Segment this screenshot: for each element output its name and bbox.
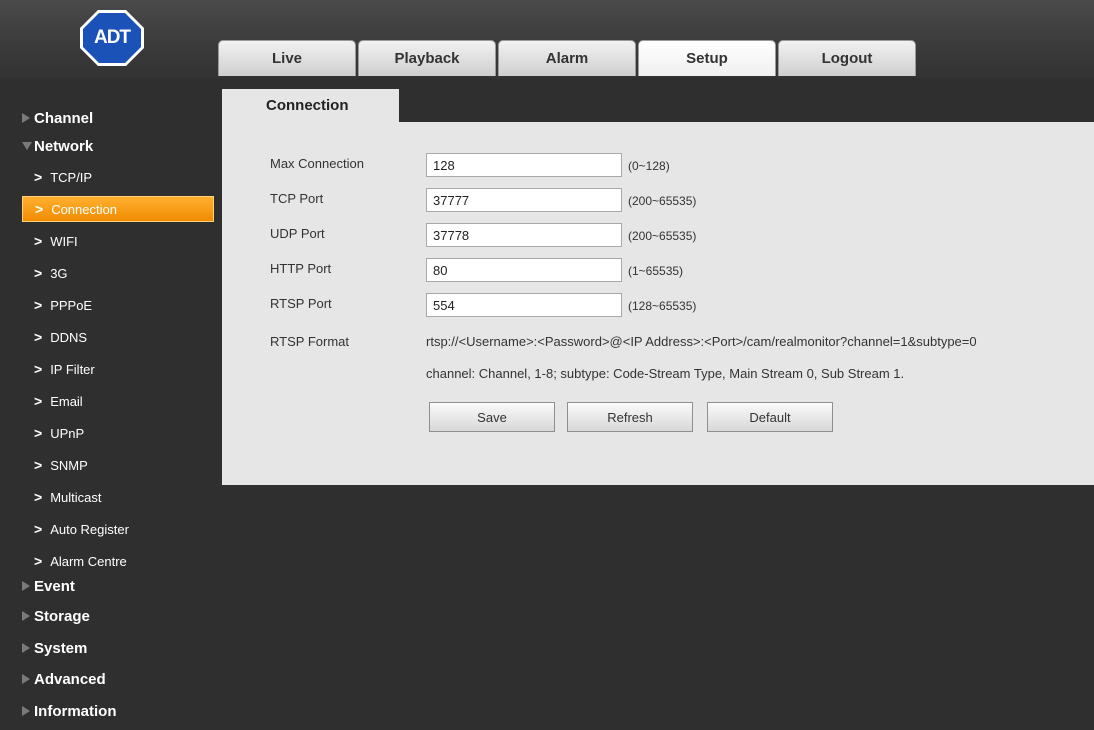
sidebar-item-upnp[interactable]: > UPnP [22,420,214,446]
rtsp-format-value: rtsp://<Username>:<Password>@<IP Address… [426,334,977,349]
http-port-label: HTTP Port [270,261,332,276]
tab-alarm[interactable]: Alarm [498,40,636,76]
sidebar-item-label: Alarm Centre [50,553,127,569]
sidebar-item-label: PPPoE [50,297,93,313]
sidebar-item-auto-register[interactable]: > Auto Register [22,516,214,542]
sidebar-item-pppoe[interactable]: > PPPoE [22,292,214,318]
max-connection-range: (0~128) [628,159,670,173]
udp-port-input[interactable] [426,223,622,247]
tcp-port-input[interactable] [426,188,622,212]
sidebar-category-information[interactable]: Information [22,699,117,723]
udp-port-label: UDP Port [270,226,325,241]
header-bar: ADT Live Playback Alarm Setup Logout [0,0,1094,78]
chevron-right-icon: > [34,489,43,505]
sidebar-item-label: TCP/IP [50,169,93,185]
http-port-range: (1~65535) [628,264,684,278]
sidebar-item-ddns[interactable]: > DDNS [22,324,214,350]
sidebar-item-label: WIFI [50,233,78,249]
default-button[interactable]: Default [707,402,833,432]
chevron-right-icon: > [35,201,44,217]
sidebar-item-label: UPnP [50,425,85,441]
sidebar-item-alarm-centre[interactable]: > Alarm Centre [22,548,214,574]
rtsp-port-label: RTSP Port [270,296,332,311]
rtsp-port-input[interactable] [426,293,622,317]
sidebar-item-label: Auto Register [50,521,129,537]
tcp-port-range: (200~65535) [628,194,697,208]
tab-setup[interactable]: Setup [638,40,776,76]
sidebar-item-label: IP Filter [50,361,95,377]
chevron-right-icon: > [34,425,43,441]
category-label: Channel [34,109,94,127]
category-label: System [34,639,88,657]
chevron-right-icon: > [34,265,43,281]
sidebar-item-label: Multicast [50,489,102,505]
content-tab-connection[interactable]: Connection [222,89,399,122]
tcp-port-label: TCP Port [270,191,324,206]
collapsed-arrow-icon [22,113,30,123]
http-port-input[interactable] [426,258,622,282]
chevron-right-icon: > [34,169,43,185]
sidebar-category-system[interactable]: System [22,636,87,660]
sidebar-category-channel[interactable]: Channel [22,106,93,130]
chevron-right-icon: > [34,297,43,313]
sidebar-item-label: DDNS [50,329,88,345]
max-connection-input[interactable] [426,153,622,177]
sidebar-category-event[interactable]: Event [22,574,75,598]
sidebar-item-connection[interactable]: > Connection [22,196,214,222]
chevron-right-icon: > [34,361,43,377]
chevron-right-icon: > [34,329,43,345]
category-label: Network [34,137,94,155]
tab-playback[interactable]: Playback [358,40,496,76]
category-label: Advanced [34,670,106,688]
sidebar-item-label: Email [50,393,83,409]
sidebar-category-advanced[interactable]: Advanced [22,667,106,691]
collapsed-arrow-icon [22,674,30,684]
chevron-right-icon: > [34,457,43,473]
category-label: Event [34,577,75,595]
category-label: Storage [34,607,90,625]
rtsp-format-label: RTSP Format [270,334,349,349]
tab-live[interactable]: Live [218,40,356,76]
sidebar-item-tcpip[interactable]: > TCP/IP [22,164,214,190]
collapsed-arrow-icon [22,581,30,591]
sidebar-item-label: Connection [51,201,117,217]
tab-logout[interactable]: Logout [778,40,916,76]
chevron-right-icon: > [34,393,43,409]
chevron-right-icon: > [34,521,43,537]
collapsed-arrow-icon [22,643,30,653]
connection-settings-panel: Max Connection (0~128) TCP Port (200~655… [222,122,1094,485]
sidebar-item-email[interactable]: > Email [22,388,214,414]
udp-port-range: (200~65535) [628,229,697,243]
sidebar-item-ip-filter[interactable]: > IP Filter [22,356,214,382]
category-label: Information [34,702,117,720]
sidebar-item-snmp[interactable]: > SNMP [22,452,214,478]
sidebar-item-wifi[interactable]: > WIFI [22,228,214,254]
sidebar-category-storage[interactable]: Storage [22,604,90,628]
chevron-right-icon: > [34,233,43,249]
sidebar-item-label: SNMP [50,457,88,473]
save-button[interactable]: Save [429,402,555,432]
collapsed-arrow-icon [22,611,30,621]
expanded-arrow-icon [22,142,32,150]
collapsed-arrow-icon [22,706,30,716]
max-connection-label: Max Connection [270,156,364,171]
rtsp-port-range: (128~65535) [628,299,697,313]
rtsp-format-note: channel: Channel, 1-8; subtype: Code-Str… [426,366,905,381]
adt-logo: ADT [78,8,146,68]
logo-text: ADT [93,27,131,48]
chevron-right-icon: > [34,553,43,569]
sidebar-category-network[interactable]: Network [22,134,93,158]
sidebar-item-label: 3G [50,265,68,281]
sidebar-item-multicast[interactable]: > Multicast [22,484,214,510]
sidebar-item-3g[interactable]: > 3G [22,260,214,286]
refresh-button[interactable]: Refresh [567,402,693,432]
